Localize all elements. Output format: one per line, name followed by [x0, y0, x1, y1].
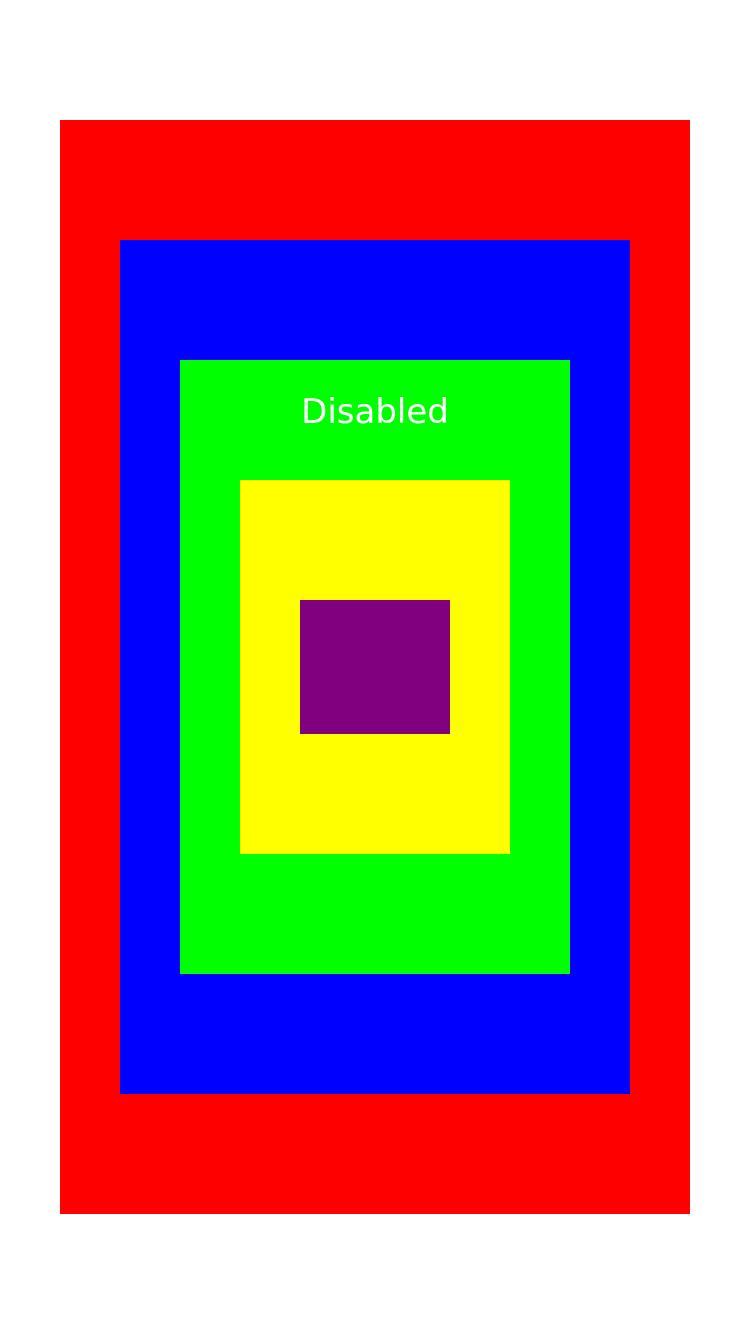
- outer-red-container: Disabled: [60, 120, 690, 1214]
- green-container: Disabled: [180, 360, 570, 974]
- disabled-label: Disabled: [301, 392, 449, 432]
- purple-box: [300, 600, 450, 734]
- screen: Disabled: [0, 0, 750, 1334]
- yellow-container: [240, 480, 510, 854]
- blue-container: Disabled: [120, 240, 630, 1094]
